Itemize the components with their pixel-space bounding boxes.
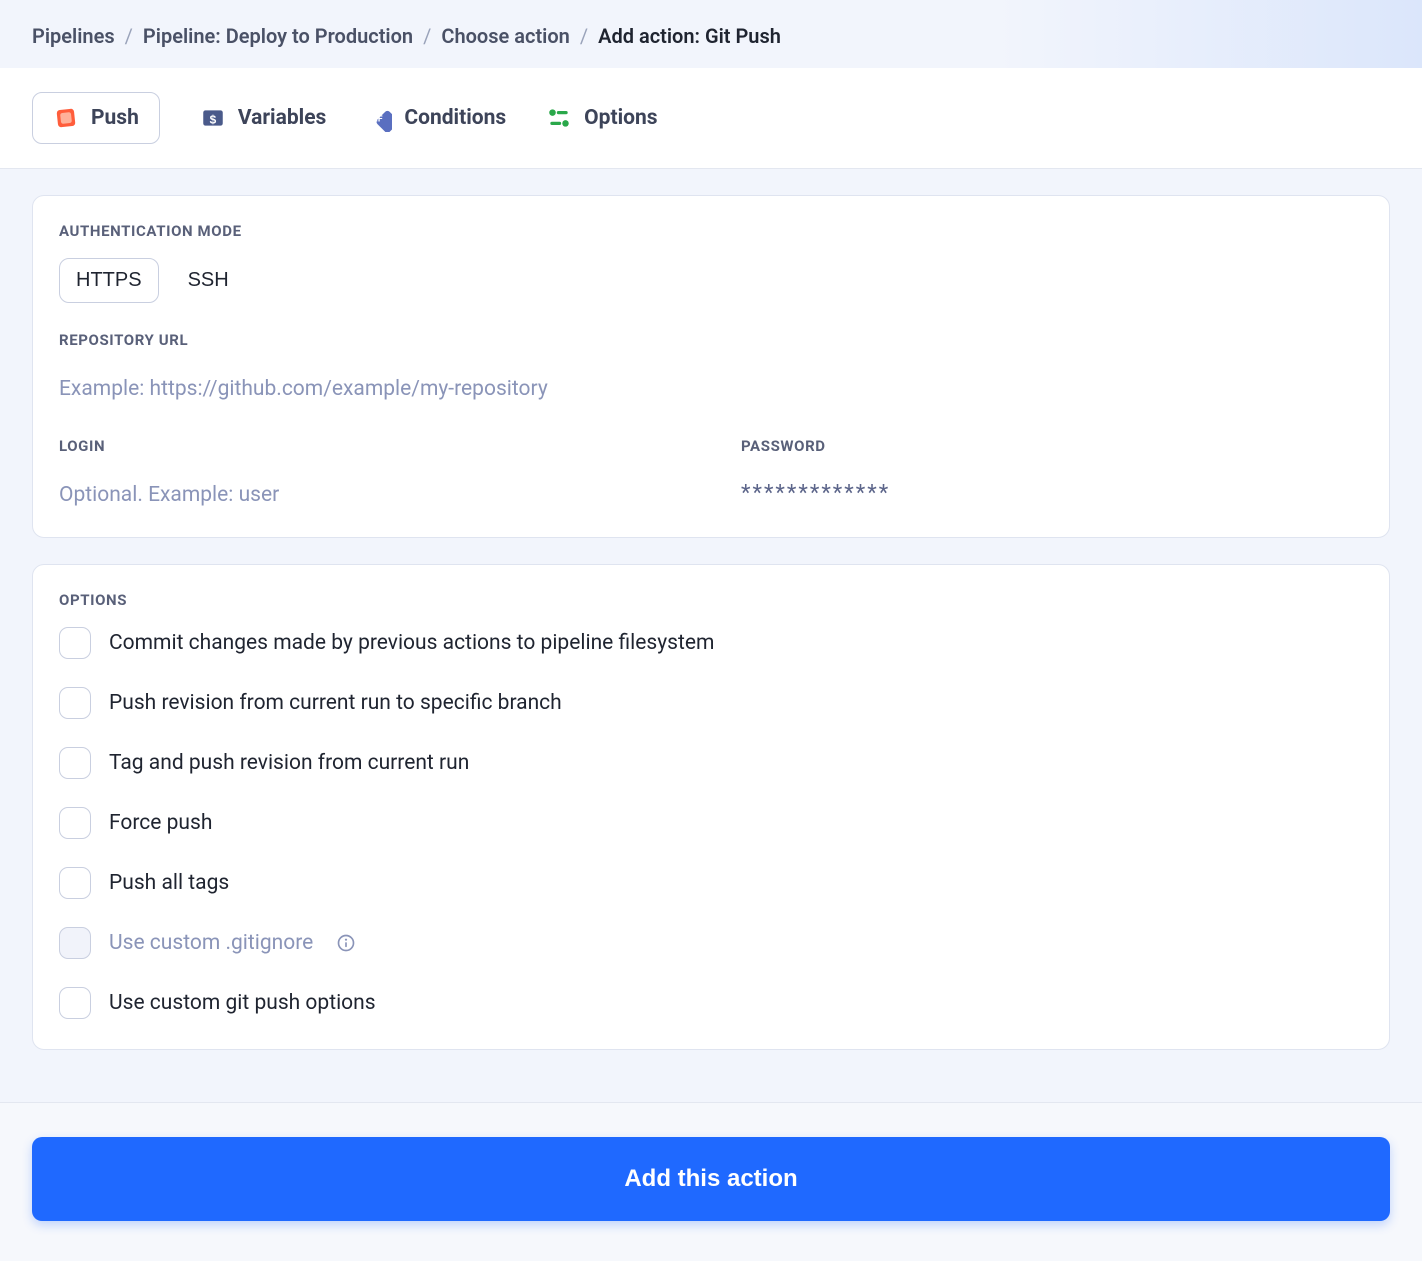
options-list: Commit changes made by previous actions … <box>59 627 1363 1019</box>
svg-text:$: $ <box>209 113 216 127</box>
variables-icon: $ <box>200 105 226 131</box>
options-icon <box>546 105 572 131</box>
tab-label: Variables <box>238 106 326 130</box>
repo-url-label: Repository URL <box>59 331 1363 349</box>
option-label: Use custom git push options <box>109 991 376 1015</box>
breadcrumb-link-choose-action[interactable]: Choose action <box>441 24 569 48</box>
conditions-icon: IF <box>366 105 392 131</box>
login-label: Login <box>59 437 681 455</box>
add-action-button[interactable]: Add this action <box>32 1137 1390 1221</box>
tab-label: Options <box>584 106 657 130</box>
breadcrumb-link-pipelines[interactable]: Pipelines <box>32 24 115 48</box>
tab-conditions[interactable]: IF Conditions <box>366 105 506 131</box>
auth-mode-https[interactable]: HTTPS <box>59 258 159 303</box>
checkbox[interactable] <box>59 627 91 659</box>
option-push-revision-branch[interactable]: Push revision from current run to specif… <box>59 687 1363 719</box>
checkbox[interactable] <box>59 747 91 779</box>
tab-push[interactable]: Push <box>32 92 160 144</box>
option-label: Commit changes made by previous actions … <box>109 631 714 655</box>
option-custom-push-options[interactable]: Use custom git push options <box>59 987 1363 1019</box>
tab-label: Push <box>91 106 139 130</box>
option-custom-gitignore: Use custom .gitignore <box>59 927 1363 959</box>
login-input[interactable]: Optional. Example: user <box>59 473 681 507</box>
option-push-all-tags[interactable]: Push all tags <box>59 867 1363 899</box>
options-panel: Options Commit changes made by previous … <box>32 564 1390 1050</box>
options-section-label: Options <box>59 591 1363 609</box>
tab-variables[interactable]: $ Variables <box>200 105 326 131</box>
option-label: Use custom .gitignore <box>109 931 313 955</box>
svg-text:IF: IF <box>376 114 384 124</box>
option-force-push[interactable]: Force push <box>59 807 1363 839</box>
password-label: Password <box>741 437 1363 455</box>
checkbox[interactable] <box>59 807 91 839</box>
breadcrumb-current: Add action: Git Push <box>598 24 781 48</box>
auth-mode-segmented: HTTPS SSH <box>59 258 246 303</box>
repo-url-input[interactable]: Example: https://github.com/example/my-r… <box>59 367 1363 401</box>
footer-bar: Add this action <box>0 1102 1422 1261</box>
breadcrumb-bar: Pipelines / Pipeline: Deploy to Producti… <box>0 0 1422 68</box>
option-label: Push all tags <box>109 871 229 895</box>
checkbox <box>59 927 91 959</box>
breadcrumb: Pipelines / Pipeline: Deploy to Producti… <box>32 24 1390 48</box>
info-icon[interactable] <box>335 932 357 954</box>
breadcrumb-link-pipeline[interactable]: Pipeline: Deploy to Production <box>143 24 413 48</box>
checkbox[interactable] <box>59 687 91 719</box>
option-label: Tag and push revision from current run <box>109 751 469 775</box>
checkbox[interactable] <box>59 867 91 899</box>
option-label: Push revision from current run to specif… <box>109 691 562 715</box>
password-input[interactable]: ************* <box>741 473 1363 506</box>
option-tag-and-push[interactable]: Tag and push revision from current run <box>59 747 1363 779</box>
auth-mode-label: Authentication mode <box>59 222 1363 240</box>
content-area: Authentication mode HTTPS SSH Repository… <box>0 169 1422 1102</box>
breadcrumb-separator: / <box>125 24 133 48</box>
option-label: Force push <box>109 811 212 835</box>
push-icon <box>53 105 79 131</box>
authentication-panel: Authentication mode HTTPS SSH Repository… <box>32 195 1390 538</box>
tab-options[interactable]: Options <box>546 105 657 131</box>
auth-mode-ssh[interactable]: SSH <box>171 258 246 303</box>
tabs-bar: Push $ Variables IF Conditions Options <box>0 68 1422 169</box>
breadcrumb-separator: / <box>423 24 431 48</box>
option-commit-changes[interactable]: Commit changes made by previous actions … <box>59 627 1363 659</box>
breadcrumb-separator: / <box>580 24 588 48</box>
checkbox[interactable] <box>59 987 91 1019</box>
tab-label: Conditions <box>404 106 506 130</box>
